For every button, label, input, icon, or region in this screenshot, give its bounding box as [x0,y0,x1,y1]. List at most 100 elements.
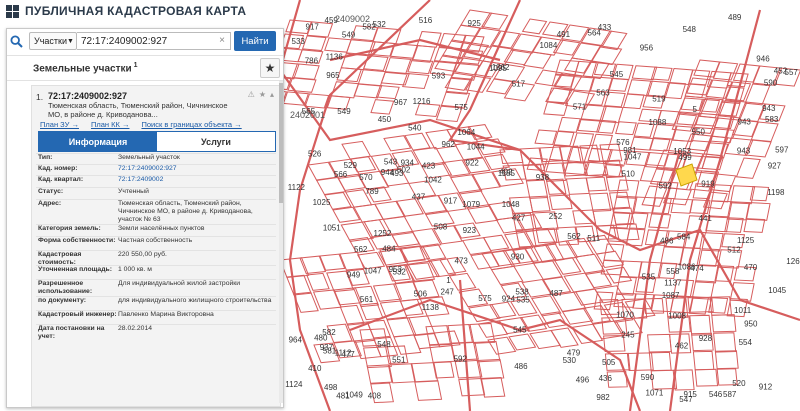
parcel-number-label: 1 [446,276,451,285]
parcel-number-label: 1051 [323,224,341,233]
scrollbar-thumb[interactable] [279,83,283,203]
parcel-number-label: 427 [512,214,526,223]
parcel-number-label: 593 [432,71,446,80]
info-value: Учтенный [118,188,149,195]
result-address: Тюменская область, Тюменский район, Чичн… [48,101,228,119]
parcel-number-label: 1112 [335,349,352,358]
parcel-number-label: 592 [454,355,468,364]
info-row: Кадастровая стоимость: 220 550,00 руб. [36,250,276,266]
parcel-number-label: 1084 [540,41,558,50]
info-label: Форма собственности: [38,237,116,244]
parcel-number-label: 516 [419,16,433,25]
parcel-number-label: 1124 [285,380,303,389]
parcel-number-label: 538 [515,287,529,296]
search-in-bounds-link[interactable]: Поиск в границах объекта → [141,120,241,129]
result-card: 1. 72:17:2409002:927 Тюменская область, … [31,85,281,407]
parcel-number-label: 247 [441,288,455,297]
info-value: Земельный участок [118,154,180,161]
parcel-number-label: 566 [334,170,348,179]
parcel-number-label: 1071 [646,389,664,398]
parcel-number-label: 510 [622,169,636,178]
section-header: Земельные участки 1 ★ [7,55,283,81]
parcel-number-label: 543 [384,157,398,166]
parcel-number-label: 484 [382,245,396,254]
more-icon[interactable]: ▴ [270,90,274,99]
parcel-number-label: 1049 [345,391,363,400]
info-label: Тип: [38,154,53,161]
parcel-number-label: 1047 [364,267,382,276]
app-logo-icon [6,4,19,18]
quarter-number-label: 2402001 [290,110,325,120]
parcel-number-label: 489 [728,13,742,22]
parcel-number-label: 575 [455,103,469,112]
plan-zu-link[interactable]: План ЗУ → [40,120,79,129]
parcel-number-label: 511 [587,234,600,243]
info-value[interactable]: 72:17:2409002 [118,176,276,187]
info-value: 220 550,00 руб. [118,251,167,258]
parcel-number-label: 545 [610,70,624,79]
parcel-number-label: 912 [759,382,773,391]
parcel-number-label: 548 [377,340,391,349]
parcel-number-label: 549 [342,31,356,40]
parcel-number-label: 487 [549,289,563,298]
section-title-text: Земельные участки [33,63,132,75]
parcel-number-label: 1216 [413,97,431,106]
parcel-number-label: 956 [640,44,654,53]
tab-info[interactable]: Информация [39,132,157,151]
star-icon: ★ [264,61,276,75]
parcel-number-label: 953 [389,265,403,274]
parcel-number-label: 474 [690,264,704,273]
parcel-number-label: 547 [679,395,693,404]
info-row: Разрешенное использование: Для индивидуал… [36,279,276,296]
parcel-number-label: 571 [573,103,587,112]
find-button[interactable]: Найти [234,31,276,51]
search-input[interactable]: 72:17:2409002:927 × [77,32,231,50]
info-value: 28.02.2014 [118,325,153,332]
parcel-number-label: 554 [739,338,753,347]
parcel-number-label: 535 [642,273,656,282]
object-type-select[interactable]: Участки ▼ [29,32,77,50]
parcel-number-label: 1122 [288,183,306,192]
info-label: Статус: [38,188,64,195]
parcel-number-label: 529 [344,161,358,170]
star-outline-icon[interactable]: ★ [259,90,266,99]
info-value[interactable]: 72:17:2409002:927 [118,165,276,175]
panel-scrollbar[interactable] [279,81,283,403]
clear-search-button[interactable]: × [219,35,225,46]
parcel-number-label: 562 [567,232,581,241]
parcel-number-label: 962 [442,140,456,149]
object-type-label: Участки [34,36,67,46]
parcel-number-label: 964 [289,336,303,345]
parcel-number-label: 917 [444,196,458,205]
parcel-number-label: 1042 [424,175,442,184]
parcel-number-label: 1136 [326,53,344,62]
parcel-number-label: 943 [762,104,776,113]
app-title: ПУБЛИЧНАЯ КАДАСТРОВАЯ КАРТА [25,4,247,18]
parcel-number-label: 1095 [489,64,507,73]
parcel-number-label: 583 [765,115,779,124]
tab-services[interactable]: Услуги [157,132,275,151]
info-value: Для индивидуальной жилой застройки [118,280,241,287]
plan-kk-link[interactable]: План КК → [91,120,130,129]
result-index: 1. [36,92,44,102]
parcel-number-label: 575 [478,294,492,303]
parcel-number-label: 1252 [374,229,392,238]
search-icon[interactable] [7,29,27,53]
parcel-number-label: 563 [596,89,610,98]
parcel-number-label: 1269 [786,257,800,266]
parcel-number-label: 928 [699,334,713,343]
parcel-number-label: 927 [768,161,782,170]
parcel-number-label: 452 [774,67,788,76]
quarter-number-label: 2409002 [335,14,370,24]
info-row: Кадастровый инженер: Павленко Марина Викт… [36,310,276,324]
info-label: Категория земель: [38,225,101,232]
parcel-number-label: 1087 [662,291,680,300]
parcel-number-label: 597 [775,145,789,154]
parcel-number-label: 590 [641,373,655,382]
result-cad-number[interactable]: 72:17:2409002:927 [48,91,127,101]
info-row: Тип: Земельный участок [36,153,276,164]
top-bar: ПУБЛИЧНАЯ КАДАСТРОВАЯ КАРТА [0,0,247,22]
parcel-number-label: 423 [422,161,436,170]
favorites-button[interactable]: ★ [260,58,280,78]
warning-icon: ⚠ [247,90,255,99]
